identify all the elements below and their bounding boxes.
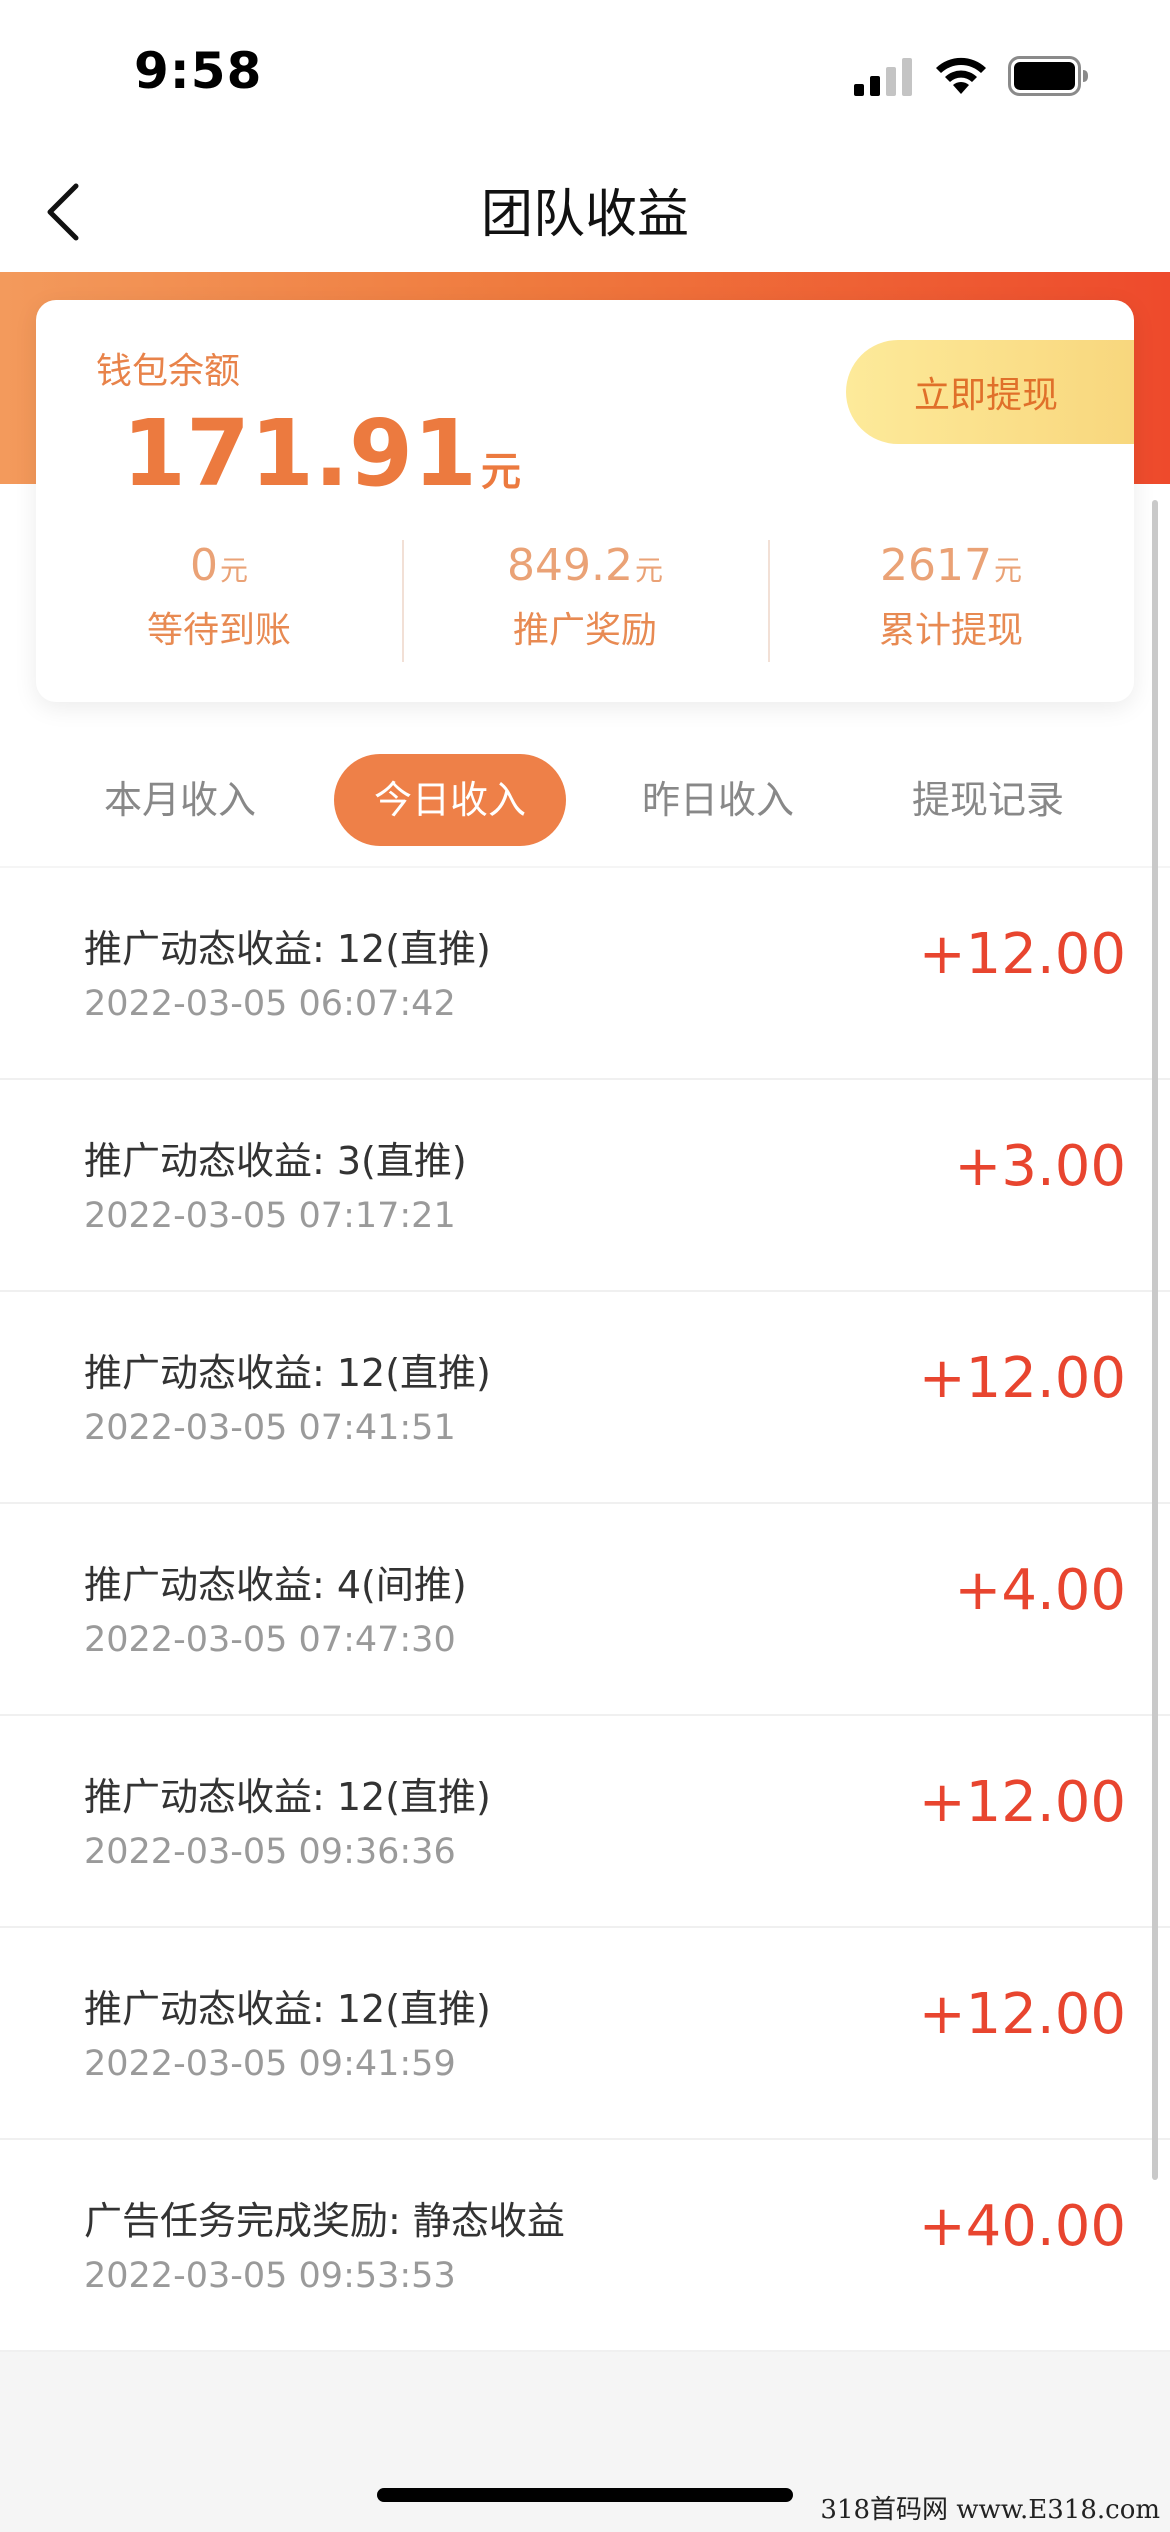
- record-title: 推广动态收益: 12(直推): [84, 1775, 491, 1819]
- record-amount: +4.00: [954, 1558, 1126, 1623]
- record-title: 推广动态收益: 3(直推): [84, 1139, 467, 1183]
- record-amount: +12.00: [918, 922, 1126, 987]
- status-bar: 9:58: [0, 0, 1170, 150]
- record-amount: +40.00: [918, 2194, 1126, 2259]
- watermark-text: 318首码网 www.E318.com: [820, 2495, 1160, 2525]
- stat-value: 849.2: [507, 540, 633, 591]
- list-item[interactable]: 推广动态收益: 12(直推) 2022-03-05 09:36:36 +12.0…: [0, 1716, 1170, 1928]
- stat-label: 累计提现: [878, 610, 1023, 651]
- stat-value: 2617: [880, 540, 992, 591]
- nav-bar: 团队收益: [0, 150, 1170, 275]
- wallet-balance-unit: 元: [481, 449, 522, 495]
- record-amount: +3.00: [954, 1134, 1126, 1199]
- withdraw-now-button[interactable]: 立即提现: [846, 340, 1134, 444]
- cellular-signal-icon: [854, 58, 912, 96]
- list-item[interactable]: 推广动态收益: 12(直推) 2022-03-05 07:41:51 +12.0…: [0, 1292, 1170, 1504]
- stat-unit: 元: [634, 554, 663, 587]
- wallet-stats: 0元 等待到账 849.2元 推广奖励 2617元 累计提现: [36, 540, 1134, 670]
- list-item[interactable]: 推广动态收益: 12(直推) 2022-03-05 09:41:59 +12.0…: [0, 1928, 1170, 2140]
- record-time: 2022-03-05 09:36:36: [84, 1832, 456, 1872]
- battery-icon: [1008, 56, 1088, 96]
- list-item[interactable]: 广告任务完成奖励: 静态收益 2022-03-05 09:53:53 +40.0…: [0, 2140, 1170, 2352]
- record-amount: +12.00: [918, 1770, 1126, 1835]
- record-time: 2022-03-05 09:41:59: [84, 2044, 456, 2084]
- record-time: 2022-03-05 07:47:30: [84, 1620, 456, 1660]
- tab-yesterday[interactable]: 昨日收入: [618, 754, 818, 846]
- stat-unit: 元: [993, 554, 1022, 587]
- income-tabs: 本月收入 今日收入 昨日收入 提现记录: [0, 734, 1170, 866]
- record-time: 2022-03-05 07:17:21: [84, 1196, 456, 1236]
- record-title: 推广动态收益: 12(直推): [84, 927, 491, 971]
- record-amount: +12.00: [918, 1346, 1126, 1411]
- scrollbar[interactable]: [1152, 500, 1158, 2180]
- status-time: 9:58: [134, 42, 263, 100]
- record-time: 2022-03-05 09:53:53: [84, 2256, 456, 2296]
- stat-promotion-reward: 849.2元 推广奖励: [402, 540, 768, 670]
- wallet-balance-value: 171.91: [122, 400, 478, 507]
- record-time: 2022-03-05 07:41:51: [84, 1408, 456, 1448]
- stat-value: 0: [189, 540, 218, 591]
- record-title: 广告任务完成奖励: 静态收益: [84, 2199, 565, 2243]
- list-item[interactable]: 推广动态收益: 3(直推) 2022-03-05 07:17:21 +3.00: [0, 1080, 1170, 1292]
- record-title: 推广动态收益: 12(直推): [84, 1987, 491, 2031]
- income-record-list: 推广动态收益: 12(直推) 2022-03-05 06:07:42 +12.0…: [0, 868, 1170, 2352]
- record-amount: +12.00: [918, 1982, 1126, 2047]
- record-title: 推广动态收益: 12(直推): [84, 1351, 491, 1395]
- stat-unit: 元: [219, 554, 248, 587]
- stat-label: 推广奖励: [512, 610, 657, 651]
- tab-withdraw-records[interactable]: 提现记录: [888, 754, 1088, 846]
- list-item[interactable]: 推广动态收益: 4(间推) 2022-03-05 07:47:30 +4.00: [0, 1504, 1170, 1716]
- stat-total-withdrawn: 2617元 累计提现: [768, 540, 1134, 670]
- wallet-balance-label: 钱包余额: [96, 351, 241, 392]
- record-time: 2022-03-05 06:07:42: [84, 984, 456, 1024]
- tab-today[interactable]: 今日收入: [334, 754, 566, 846]
- page-title: 团队收益: [480, 185, 689, 245]
- list-item[interactable]: 推广动态收益: 12(直推) 2022-03-05 06:07:42 +12.0…: [0, 868, 1170, 1080]
- record-title: 推广动态收益: 4(间推): [84, 1563, 467, 1607]
- tab-this-month[interactable]: 本月收入: [80, 754, 280, 846]
- stat-pending: 0元 等待到账: [36, 540, 402, 670]
- wallet-balance-amount: 171.91 元: [122, 400, 521, 507]
- wallet-card: 钱包余额 171.91 元 立即提现 0元 等待到账 849.2元 推广奖励 26…: [36, 300, 1134, 702]
- wifi-icon: [936, 57, 986, 94]
- stat-label: 等待到账: [146, 610, 291, 651]
- home-indicator[interactable]: [377, 2488, 793, 2502]
